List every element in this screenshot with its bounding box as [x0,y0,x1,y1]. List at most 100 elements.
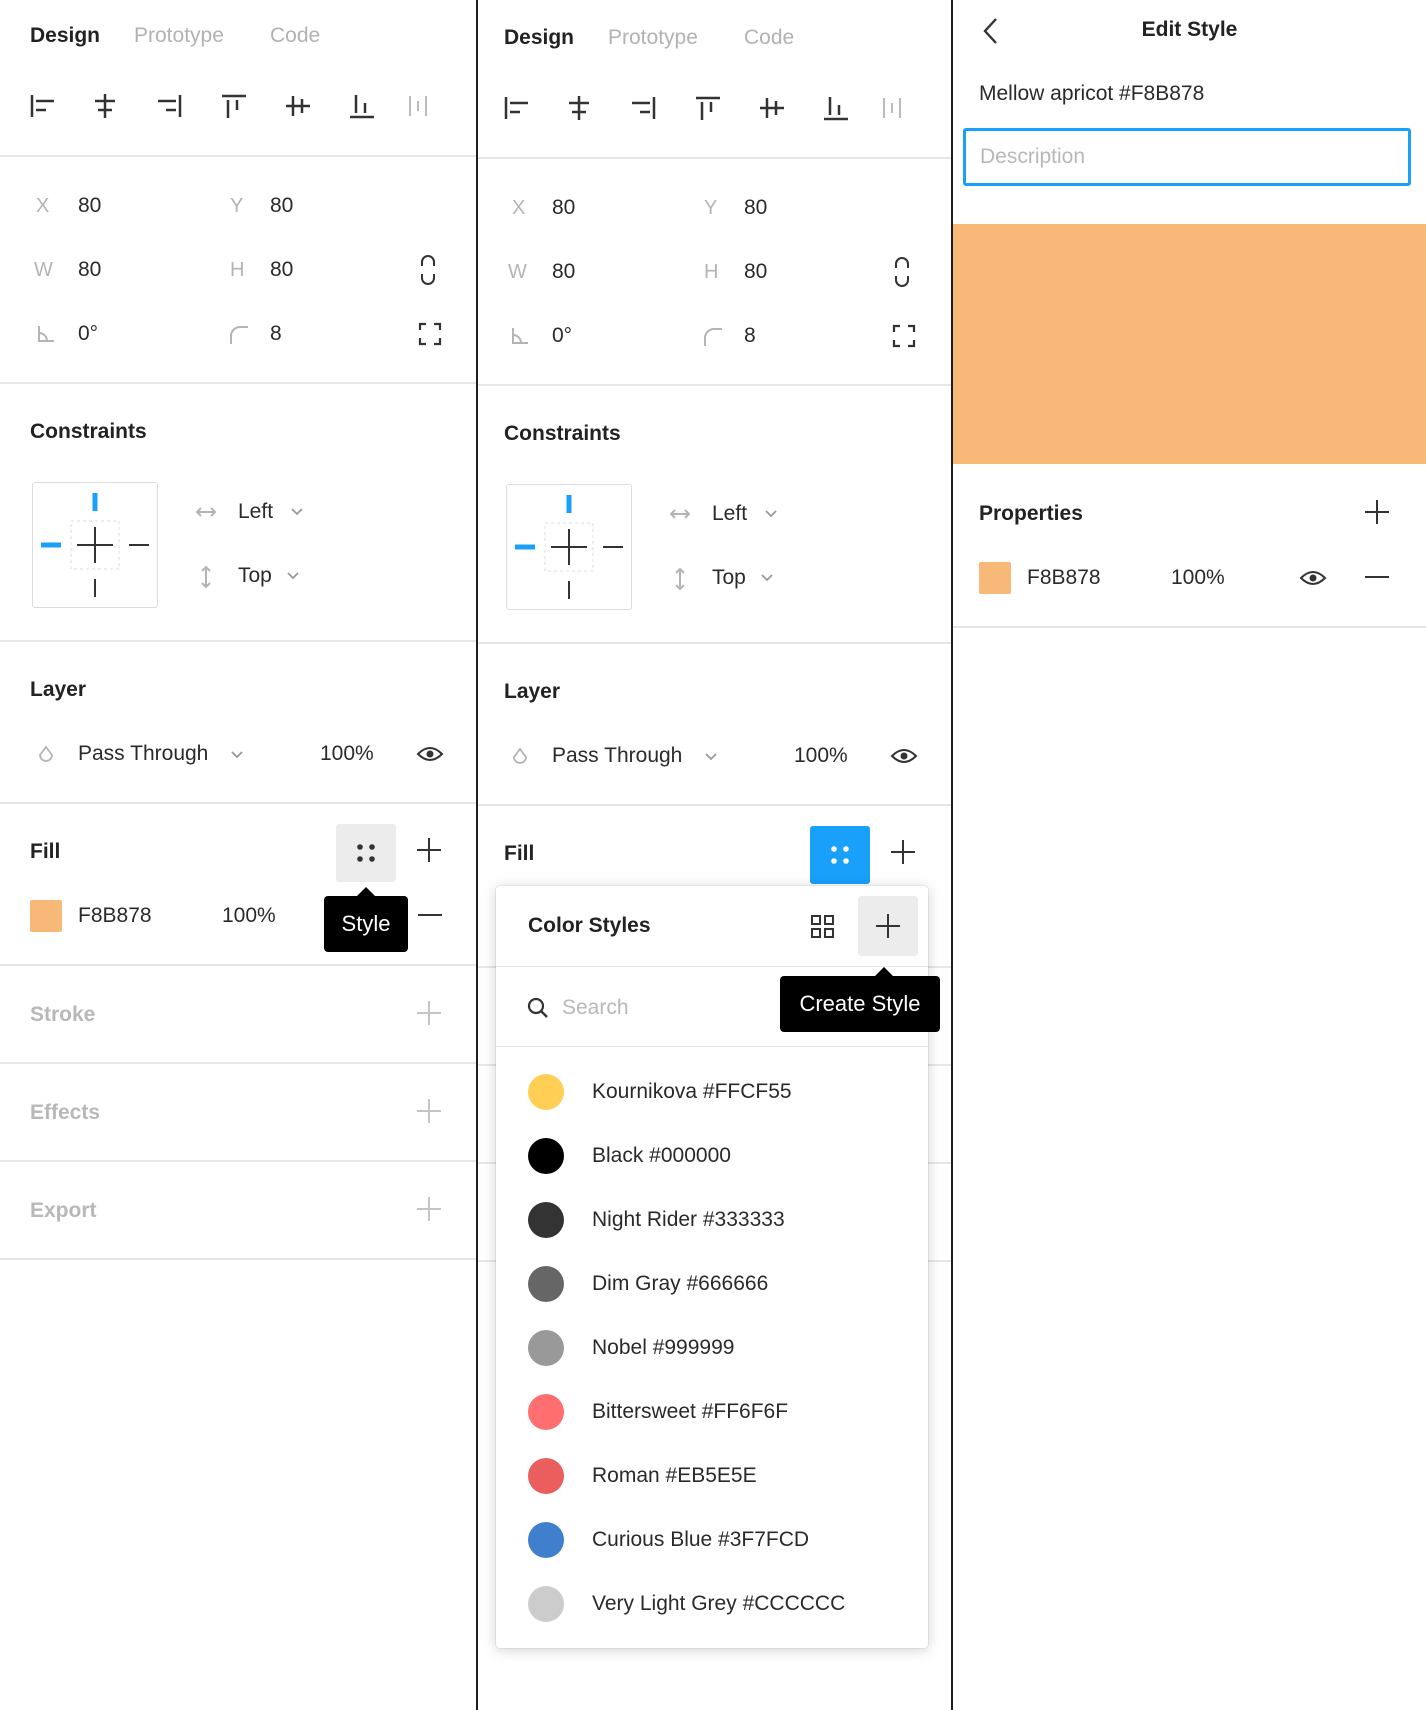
section-divider [478,642,951,644]
horizontal-constraint-icon [669,509,691,519]
layer-opacity-field[interactable]: 100% [320,742,374,766]
section-divider [478,384,951,386]
w-field[interactable]: 80 [552,260,575,284]
constrain-proportions-icon[interactable] [892,256,912,288]
fill-title: Fill [504,842,535,865]
corner-radius-field[interactable]: 8 [270,322,282,346]
color-style-label: Roman #EB5E5E [592,1464,757,1487]
eye-icon[interactable] [1299,568,1327,588]
property-hex-field[interactable]: F8B878 [1027,566,1101,590]
horizontal-constraint-select[interactable]: Left [712,502,747,526]
color-style-label: Curious Blue #3F7FCD [592,1528,810,1551]
color-style-item[interactable]: Night Rider #333333 [496,1192,928,1248]
color-style-dot [528,1266,564,1302]
blend-mode-select[interactable]: Pass Through [78,742,208,766]
vertical-constraint-select[interactable]: Top [238,564,272,588]
constrain-proportions-icon[interactable] [418,254,438,286]
constraints-widget[interactable] [506,484,632,610]
add-stroke-button[interactable] [415,999,443,1027]
color-style-item[interactable]: Dim Gray #666666 [496,1256,928,1312]
h-field[interactable]: 80 [270,258,293,282]
fill-opacity-field[interactable]: 100% [222,904,276,928]
blend-mode-select[interactable]: Pass Through [552,744,682,768]
add-effect-button[interactable] [415,1097,443,1125]
plus-icon [874,912,902,940]
blend-mode-icon [39,745,53,762]
color-style-label: Very Light Grey #CCCCCC [592,1592,846,1615]
add-export-button[interactable] [415,1195,443,1223]
color-style-dot [528,1138,564,1174]
chevron-down-icon [765,510,777,518]
rotation-field[interactable]: 0° [552,324,572,348]
color-style-item[interactable]: Curious Blue #3F7FCD [496,1512,928,1568]
effects-title: Effects [30,1101,101,1124]
add-property-button[interactable] [1363,498,1391,526]
align-toolbar[interactable] [502,94,902,124]
tab-prototype[interactable]: Prototype [608,26,698,50]
color-styles-title: Color Styles [528,914,651,937]
color-style-item[interactable]: Bittersweet #FF6F6F [496,1384,928,1440]
constraints-widget[interactable] [32,482,158,608]
fill-hex-field[interactable]: F8B878 [78,904,152,928]
section-divider [478,804,951,806]
rotation-icon [512,328,528,344]
align-right-icon [632,97,656,119]
color-style-item[interactable]: Roman #EB5E5E [496,1448,928,1504]
property-color-swatch[interactable] [979,562,1011,594]
constraints-title: Constraints [30,420,147,443]
y-field[interactable]: 80 [270,194,293,218]
vertical-constraint-icon [675,567,685,591]
align-top-icon [696,96,720,120]
chevron-down-icon [291,508,303,516]
vertical-constraint-select[interactable]: Top [712,566,746,590]
eye-icon[interactable] [416,744,444,764]
corner-radius-field[interactable]: 8 [744,324,756,348]
remove-fill-button[interactable] [418,914,442,916]
distribute-dropdown-icon [409,96,427,116]
align-toolbar[interactable] [28,92,428,122]
w-field[interactable]: 80 [78,258,101,282]
constraints-title: Constraints [504,422,621,445]
distribute-dropdown-icon [883,98,901,118]
create-style-tooltip-text: Create Style [799,991,921,1016]
popover-divider [496,1046,928,1047]
layer-opacity-field[interactable]: 100% [794,744,848,768]
eye-icon[interactable] [890,746,918,766]
independent-corners-icon[interactable] [892,324,916,348]
design-panel-fill-style: Design Prototype Code X 80 Y 80 W 80 H 8… [0,0,476,1710]
y-field[interactable]: 80 [744,196,767,220]
property-opacity-field[interactable]: 100% [1171,566,1225,590]
horizontal-constraint-select[interactable]: Left [238,500,273,524]
independent-corners-icon[interactable] [418,322,442,346]
style-tooltip-text: Style [341,911,391,936]
description-input[interactable] [963,128,1411,186]
tab-prototype[interactable]: Prototype [134,24,224,48]
color-style-item[interactable]: Nobel #999999 [496,1320,928,1376]
remove-property-button[interactable] [1365,576,1389,578]
color-style-item[interactable]: Very Light Grey #CCCCCC [496,1576,928,1632]
create-style-button[interactable] [858,896,918,956]
color-style-item[interactable]: Black #000000 [496,1128,928,1184]
color-style-label: Kournikova #FFCF55 [592,1080,792,1103]
search-input[interactable]: Search [562,996,629,1020]
fill-color-swatch[interactable] [30,900,62,932]
tab-design[interactable]: Design [30,24,100,48]
tab-design[interactable]: Design [504,26,574,50]
x-field[interactable]: 80 [552,196,575,220]
corner-radius-icon [704,328,722,346]
h-field[interactable]: 80 [744,260,767,284]
h-label: H [704,261,719,283]
color-style-item[interactable]: Kournikova #FFCF55 [496,1064,928,1120]
x-field[interactable]: 80 [78,194,101,218]
add-fill-button[interactable] [889,838,917,866]
style-button[interactable] [336,824,396,882]
style-button-active[interactable] [810,826,870,884]
grid-view-icon[interactable] [810,914,836,940]
tab-code[interactable]: Code [270,24,320,48]
style-name-field[interactable]: Mellow apricot #F8B878 [979,82,1204,106]
section-divider [0,1062,476,1064]
rotation-field[interactable]: 0° [78,322,98,346]
tab-code[interactable]: Code [744,26,794,50]
add-fill-button[interactable] [415,836,443,864]
align-horizontal-center-icon [95,94,115,118]
